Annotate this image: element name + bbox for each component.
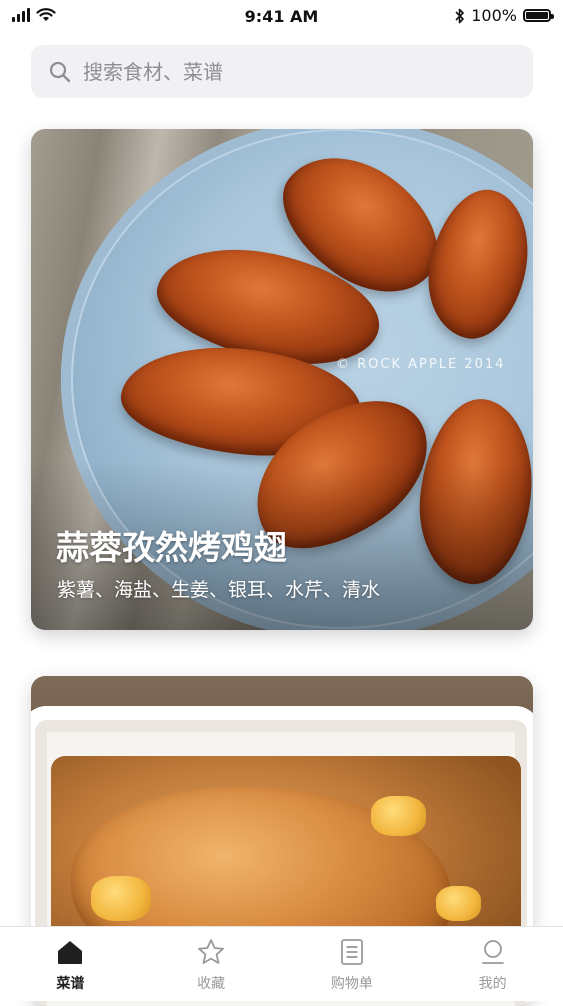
potato-graphic — [91, 876, 151, 921]
potato-graphic — [371, 796, 426, 836]
tab-favorites[interactable]: 收藏 — [141, 927, 282, 1001]
battery-icon — [523, 9, 554, 22]
status-right: 100% — [455, 6, 554, 25]
recipe-ingredients: 紫薯、海盐、生姜、银耳、水芹、清水 — [57, 579, 381, 601]
search-bar[interactable] — [31, 45, 533, 98]
tab-bar: 菜谱 收藏 购物单 我的 — [0, 926, 563, 1001]
tab-label: 收藏 — [197, 976, 226, 992]
photo-watermark: © ROCK APPLE 2014 — [336, 357, 506, 372]
recipe-title: 蒜蓉孜然烤鸡翅 — [56, 528, 287, 567]
search-icon — [49, 61, 71, 82]
tab-shopping-list[interactable]: 购物单 — [282, 927, 423, 1001]
person-icon — [481, 940, 504, 964]
battery-percent: 100% — [471, 6, 517, 25]
tab-label: 菜谱 — [56, 976, 85, 992]
list-icon — [340, 939, 363, 965]
star-icon — [198, 939, 225, 964]
bluetooth-icon — [455, 8, 465, 23]
battery-level — [526, 12, 548, 19]
potato-graphic — [436, 886, 481, 921]
tab-profile[interactable]: 我的 — [422, 927, 563, 1001]
search-input[interactable] — [81, 58, 505, 85]
tab-recipes[interactable]: 菜谱 — [0, 927, 141, 1001]
tab-label: 我的 — [478, 976, 507, 992]
status-bar: 9:41 AM 100% — [0, 0, 563, 34]
home-icon — [58, 941, 83, 964]
tab-label: 购物单 — [330, 976, 373, 992]
recipe-card[interactable]: © ROCK APPLE 2014 蒜蓉孜然烤鸡翅 紫薯、海盐、生姜、银耳、水芹… — [31, 129, 533, 630]
